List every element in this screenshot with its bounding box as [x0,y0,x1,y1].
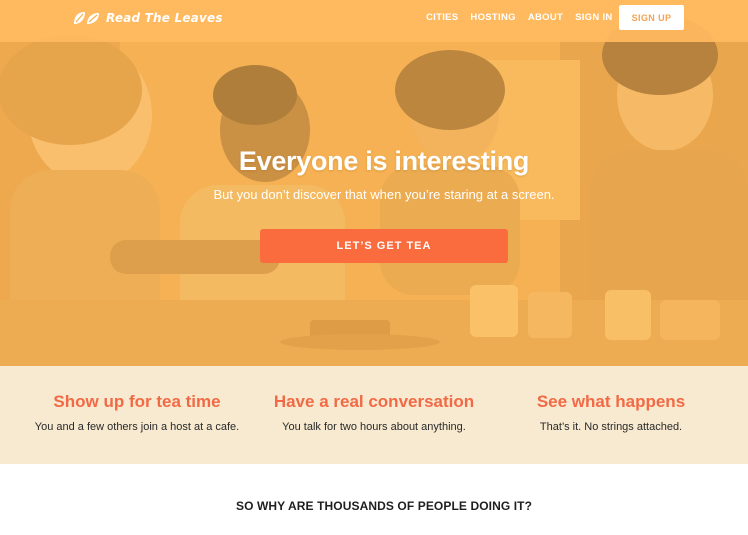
sign-up-button[interactable]: SIGN UP [619,5,684,30]
feature-conversation: Have a real conversation You talk for tw… [259,392,489,433]
site-logo[interactable]: Read The Leaves [72,9,223,27]
feature-show-up: Show up for tea time You and a few other… [22,392,252,433]
feature-description: That’s it. No strings attached. [539,421,683,433]
top-navbar: Read The Leaves CITIES HOSTING ABOUT SIG… [0,0,748,42]
feature-title: Show up for tea time [53,392,221,411]
landing-page: Read The Leaves CITIES HOSTING ABOUT SIG… [0,0,748,535]
tea-leaves-icon [74,12,99,24]
nav-link-cities[interactable]: CITIES [426,12,458,23]
feature-description: You and a few others join a host at a ca… [34,421,240,433]
lets-get-tea-button[interactable]: LET’S GET TEA [260,229,508,263]
logo-text: Read The Leaves [106,11,223,25]
feature-title: Have a real conversation [273,392,475,411]
features-section: Show up for tea time You and a few other… [0,366,748,464]
feature-see-what-happens: See what happens That’s it. No strings a… [496,392,726,433]
nav-link-hosting[interactable]: HOSTING [470,12,515,23]
hero-section: Read The Leaves CITIES HOSTING ABOUT SIG… [0,0,748,366]
nav-links: CITIES HOSTING ABOUT SIGN IN [426,12,625,23]
nav-link-sign-in[interactable]: SIGN IN [575,12,612,23]
feature-description: You talk for two hours about anything. [282,421,466,433]
nav-link-about[interactable]: ABOUT [528,12,563,23]
hero-subtitle: But you don’t discover that when you’re … [213,187,555,202]
hero-tint-overlay [0,0,748,366]
feature-title: See what happens [536,392,686,411]
why-heading: SO WHY ARE THOUSANDS OF PEOPLE DOING IT? [235,499,533,513]
hero-title: Everyone is interesting [238,146,530,176]
